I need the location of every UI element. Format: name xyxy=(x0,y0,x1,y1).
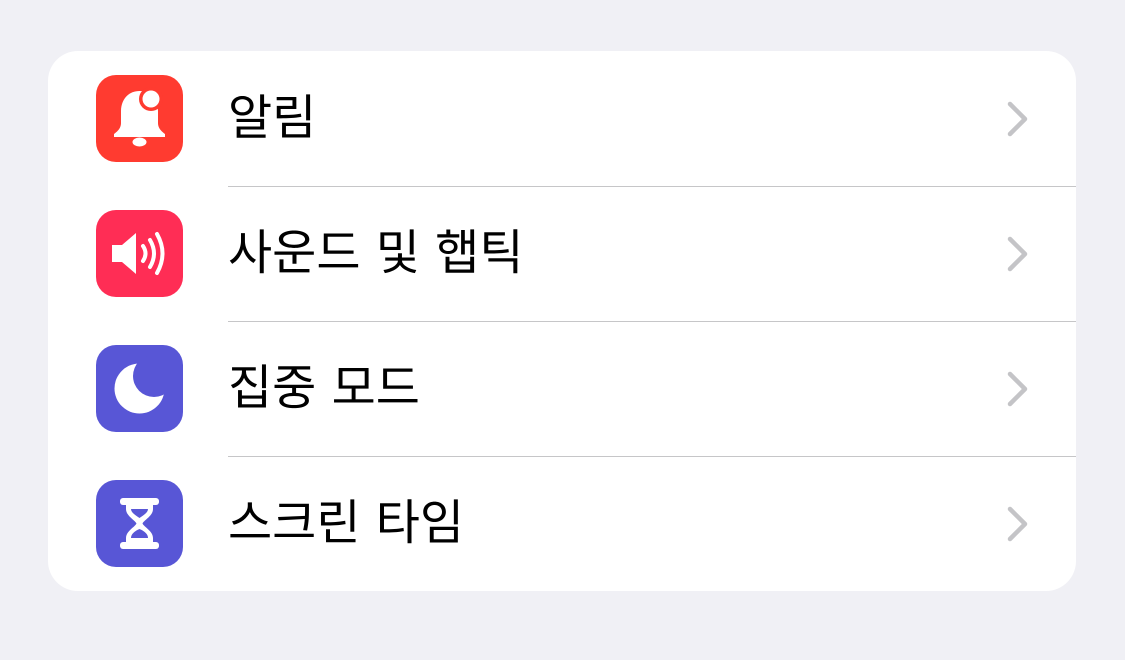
settings-group: 알림 사운드 및 햅틱 집중 모드 스크린 타임 xyxy=(48,51,1076,591)
bell-badge-icon xyxy=(114,87,165,147)
speaker-wave-icon xyxy=(112,232,165,275)
chevron-right-icon xyxy=(1007,101,1028,137)
focus-label: 집중 모드 xyxy=(228,360,420,416)
focus-icon-tile xyxy=(96,345,183,432)
settings-row-sounds-haptics[interactable]: 사운드 및 햅틱 xyxy=(48,186,1076,321)
screen-time-icon-tile xyxy=(96,480,183,567)
settings-row-notifications[interactable]: 알림 xyxy=(48,51,1076,186)
screen-time-label: 스크린 타임 xyxy=(228,495,465,551)
sounds-icon-tile xyxy=(96,210,183,297)
notifications-label: 알림 xyxy=(228,90,317,146)
settings-row-focus[interactable]: 집중 모드 xyxy=(48,321,1076,456)
settings-row-screen-time[interactable]: 스크린 타임 xyxy=(48,456,1076,591)
chevron-right-icon xyxy=(1007,236,1028,272)
notifications-icon-tile xyxy=(96,75,183,162)
chevron-right-icon xyxy=(1007,506,1028,542)
chevron-right-icon xyxy=(1007,371,1028,407)
hourglass-icon xyxy=(120,498,159,549)
sounds-haptics-label: 사운드 및 햅틱 xyxy=(228,225,524,281)
moon-icon xyxy=(114,355,175,414)
